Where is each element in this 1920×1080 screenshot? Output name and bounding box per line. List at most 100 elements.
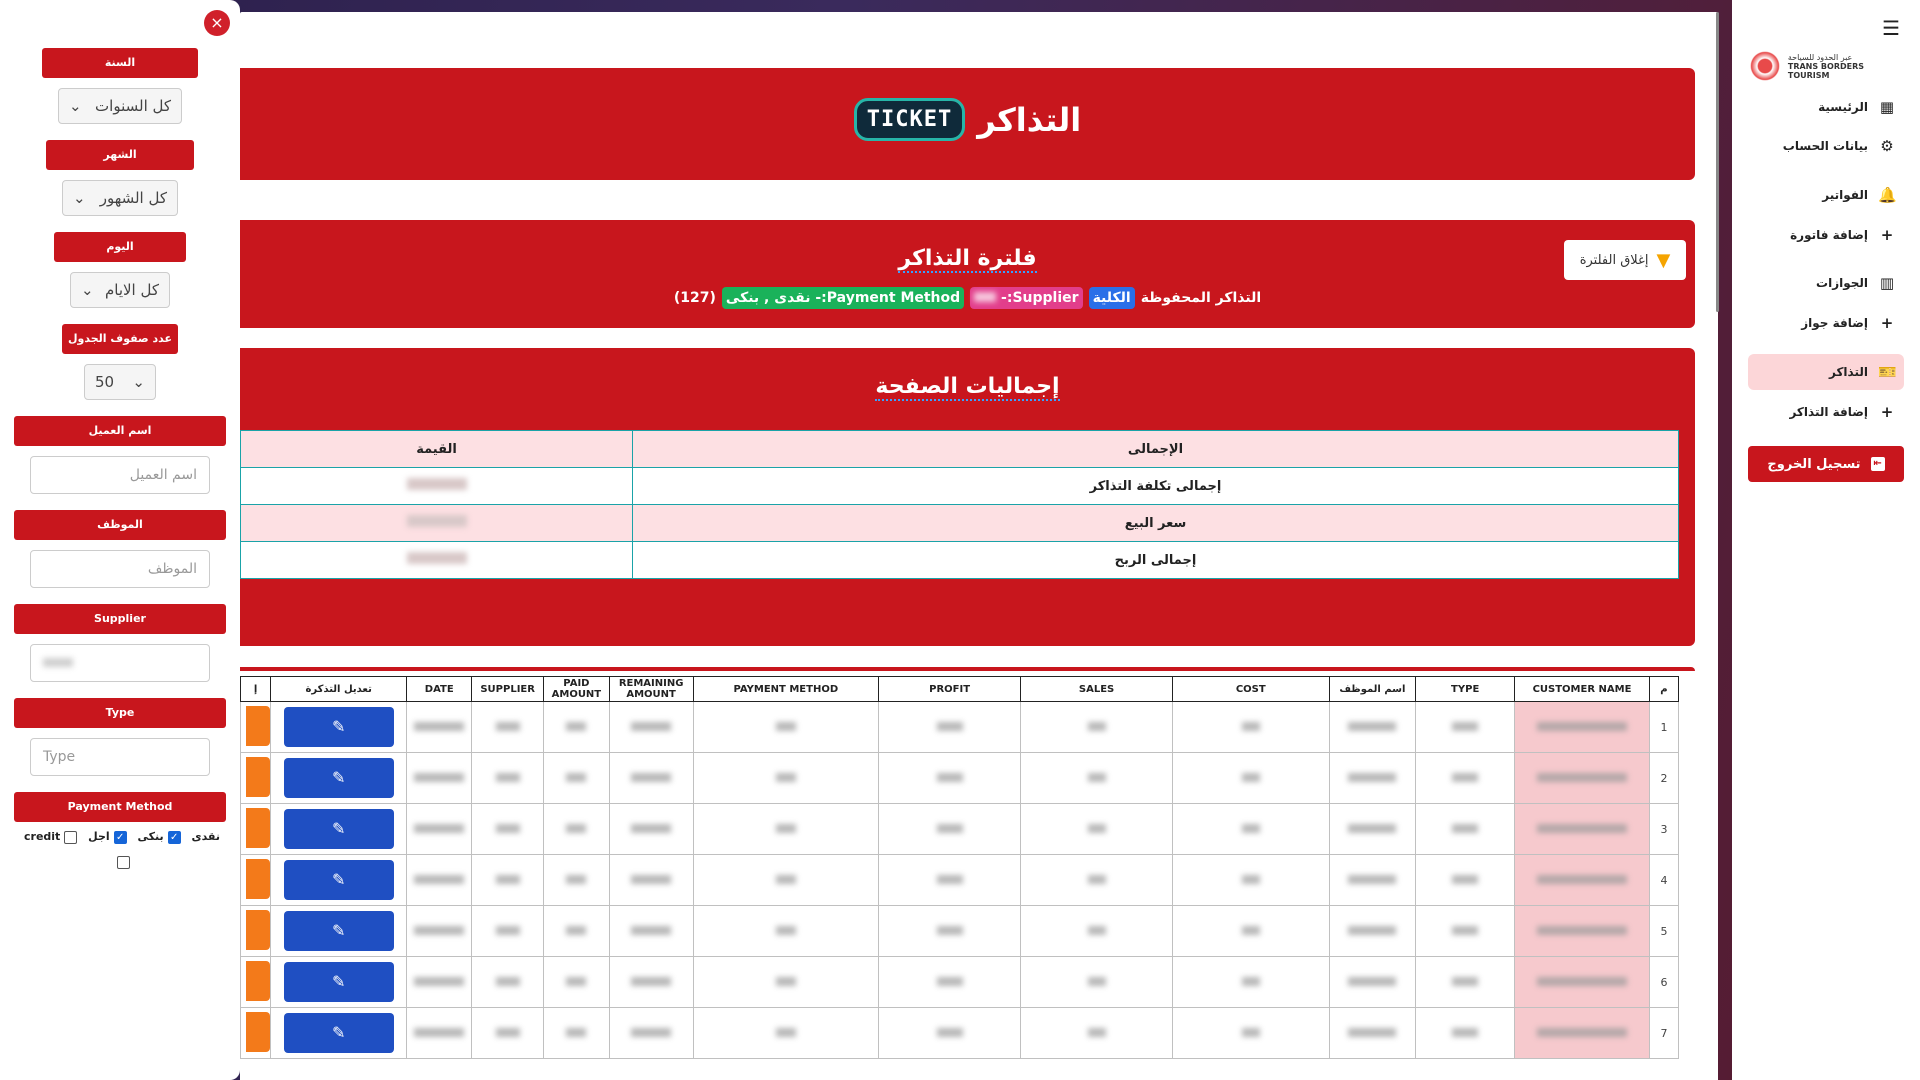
row-number: 6: [1648, 956, 1680, 1008]
redacted-cell: [414, 721, 465, 731]
nav-add-ticket[interactable]: إضافة التذاكر +: [1789, 403, 1896, 421]
column-header[interactable]: SALES: [1020, 676, 1173, 702]
totals-row: إجمالى الربح: [632, 541, 1679, 579]
chevron-down-icon: ⌄: [73, 189, 86, 207]
type-input[interactable]: Type: [30, 738, 210, 776]
scrollbar[interactable]: [1716, 12, 1719, 312]
totals-header-total: الإجمالى: [632, 430, 1679, 468]
edit-ticket-button[interactable]: ✎: [283, 1013, 394, 1053]
day-select[interactable]: ⌄ كل الايام: [70, 272, 170, 308]
close-icon[interactable]: ×: [204, 10, 230, 36]
pm-extra-checkbox[interactable]: [117, 856, 130, 869]
edit-ticket-button[interactable]: ✎: [283, 962, 394, 1002]
rows-count-select[interactable]: 50 ⌄: [84, 364, 156, 400]
column-header[interactable]: اسم الموظف: [1328, 676, 1417, 702]
nav-add-passport[interactable]: إضافة جواز +: [1801, 314, 1896, 332]
year-select[interactable]: ⌄ كل السنوات: [58, 88, 182, 124]
redacted-cell: [631, 721, 672, 731]
chip-supplier[interactable]: Supplier:-: [970, 287, 1083, 309]
column-header[interactable]: SUPPLIER: [471, 676, 545, 702]
supplier-label: Supplier: [14, 604, 226, 634]
pm-bank: بنكى ✓: [138, 830, 181, 844]
pm-bank-checkbox[interactable]: ✓: [167, 830, 181, 844]
redacted-cell: [1087, 721, 1106, 731]
column-header[interactable]: TYPE: [1415, 676, 1516, 702]
nav-add-invoice[interactable]: إضافة فاتورة +: [1790, 226, 1896, 244]
redacted-cell: [495, 874, 520, 884]
edit-ticket-button[interactable]: ✎: [283, 707, 394, 747]
redacted-cell: [1452, 721, 1479, 731]
action-button[interactable]: [246, 909, 271, 950]
table-row: ✎ 3: [240, 803, 1680, 855]
redacted-cell: [1087, 925, 1106, 935]
pm-credit: credit: [24, 830, 78, 844]
menu-icon[interactable]: ☰: [1882, 16, 1900, 40]
nav-tickets[interactable]: التذاكر 🎫: [1829, 363, 1897, 381]
column-header[interactable]: تعديل التذكرة: [270, 676, 408, 702]
table-row: ✎ 2: [240, 752, 1680, 804]
column-header[interactable]: PAID AMOUNT: [543, 676, 610, 702]
logout-button[interactable]: تسجيل الخروج ⇤: [1748, 446, 1904, 482]
redacted-cell: [1087, 976, 1106, 986]
totals-table: القيمة الإجمالى إجمالى تكلفة التذاكر سعر …: [240, 430, 1679, 579]
pm-later-checkbox[interactable]: ✓: [113, 830, 127, 844]
nav-account[interactable]: بيانات الحساب ⚙: [1783, 137, 1896, 155]
redacted-cell: [414, 976, 465, 986]
month-select[interactable]: ⌄ كل الشهور: [62, 180, 178, 216]
nav-sidebar: ☰ عبر الحدود للسياحة TRANS BORDERS TOURIS…: [1732, 0, 1920, 1080]
column-header[interactable]: DATE: [406, 676, 473, 702]
redacted-cell: [1241, 721, 1260, 731]
nav-home[interactable]: الرئيسية ▦: [1818, 98, 1896, 116]
column-header[interactable]: PAYMENT METHOD: [692, 676, 880, 702]
chip-payment[interactable]: Payment Method:- نقدى , بنكى: [721, 287, 965, 309]
column-header[interactable]: PROFIT: [878, 676, 1022, 702]
redacted-cell: [631, 874, 672, 884]
redacted-cell: [1348, 772, 1397, 782]
nav-invoices[interactable]: الفواتير 🔔: [1822, 186, 1896, 204]
column-header[interactable]: إ: [240, 676, 272, 702]
action-button[interactable]: [246, 705, 271, 746]
column-header[interactable]: REMAINING AMOUNT: [608, 676, 694, 702]
supplier-input[interactable]: [30, 644, 210, 682]
redacted-cell: [414, 874, 465, 884]
edit-ticket-button[interactable]: ✎: [283, 809, 394, 849]
column-header[interactable]: COST: [1171, 676, 1330, 702]
table-row: ✎ 4: [240, 854, 1680, 906]
action-button[interactable]: [246, 858, 271, 899]
redacted-cell: [936, 823, 963, 833]
action-button[interactable]: [246, 1011, 271, 1052]
year-label: السنة: [42, 48, 198, 78]
page-header: التذاكر TICKET: [240, 68, 1695, 180]
nav-passports[interactable]: الجوازات ▥: [1816, 274, 1896, 292]
column-header[interactable]: CUSTOMER NAME: [1514, 676, 1650, 702]
redacted-cell: [1241, 1027, 1260, 1037]
row-number: 1: [1648, 701, 1680, 753]
edit-ticket-button[interactable]: ✎: [283, 758, 394, 798]
action-button[interactable]: [246, 756, 271, 797]
redacted-cell: [936, 874, 963, 884]
close-filter-button[interactable]: إغلاق الفلترة ▼: [1564, 240, 1686, 280]
redacted-cell: [566, 1027, 587, 1037]
totals-row: إجمالى تكلفة التذاكر: [632, 467, 1679, 505]
brand-logo: عبر الحدود للسياحة TRANS BORDERS TOURISM: [1748, 50, 1908, 82]
edit-ticket-button[interactable]: ✎: [283, 911, 394, 951]
gear-icon: ⚙: [1880, 137, 1894, 155]
table-row: ✎ 6: [240, 956, 1680, 1008]
redacted-cell: [1348, 925, 1397, 935]
action-button[interactable]: [246, 960, 271, 1001]
redacted-cell: [566, 874, 587, 884]
kanban-icon: ▥: [1879, 274, 1895, 292]
client-input[interactable]: اسم العميل: [30, 456, 210, 494]
column-header[interactable]: م: [1648, 676, 1680, 702]
pm-cash: نقدى: [191, 830, 220, 844]
dashboard-icon: ▦: [1879, 98, 1895, 116]
filter-title: فلترة التذاكر: [898, 246, 1037, 273]
chip-all[interactable]: الكلية: [1088, 287, 1135, 309]
employee-input[interactable]: الموظف: [30, 550, 210, 588]
edit-ticket-button[interactable]: ✎: [283, 860, 394, 900]
redacted-cell: [775, 874, 796, 884]
pm-credit-checkbox[interactable]: [64, 830, 78, 844]
redacted-cell: [1348, 874, 1397, 884]
redacted-cell: [414, 772, 465, 782]
action-button[interactable]: [246, 807, 271, 848]
